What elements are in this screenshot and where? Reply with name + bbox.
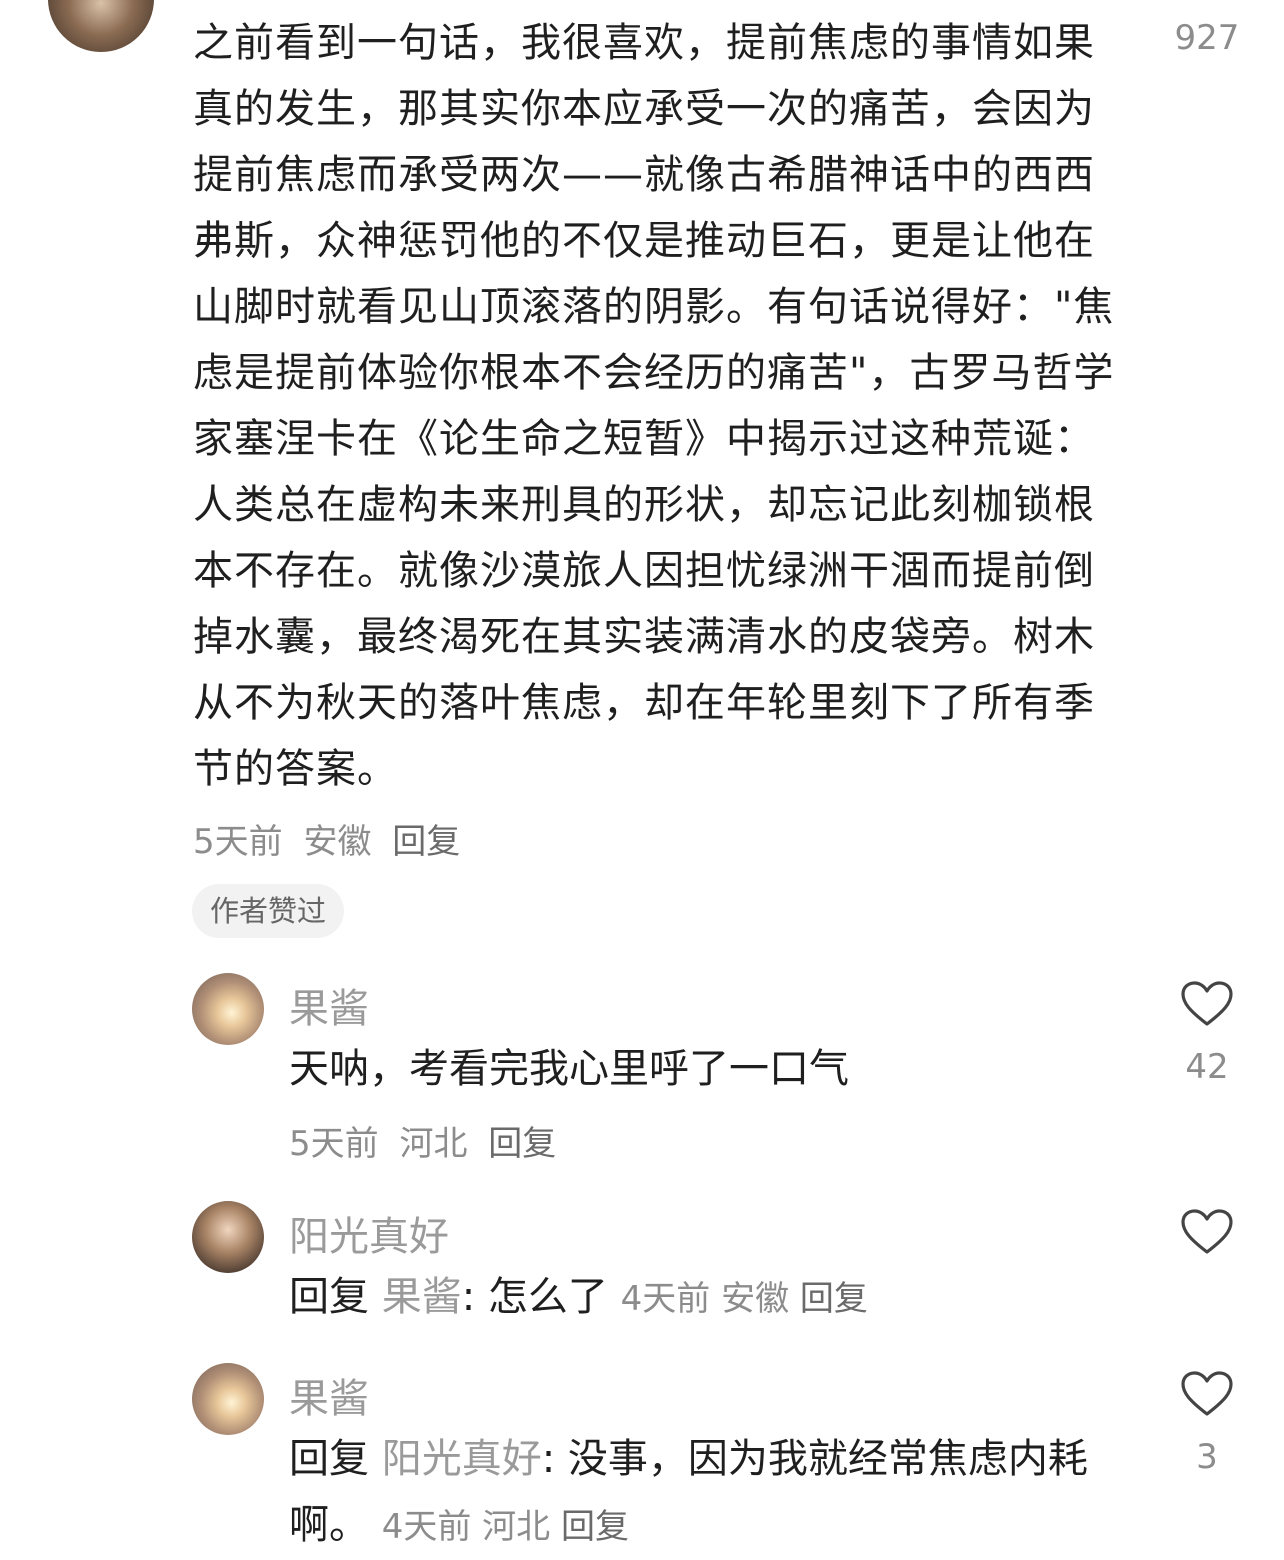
reply-3-reply-button[interactable]: 回复: [561, 1507, 629, 1547]
reply-2-avatar[interactable]: [192, 1201, 264, 1273]
reply-1-username[interactable]: 果酱: [289, 976, 369, 1034]
author-liked-badge: 作者赞过: [192, 884, 345, 938]
reply-2-meta: 4天前 安徽 回复: [621, 1279, 868, 1319]
main-comment-location: 安徽: [303, 822, 372, 862]
main-comment-time: 5天前: [193, 822, 283, 862]
reply-3-meta: 4天前 河北 回复: [382, 1507, 629, 1547]
reply-2-prefix: 回复: [289, 1274, 369, 1320]
reply-1-like-count: 42: [1185, 1047, 1229, 1087]
reply-1-reply-button[interactable]: 回复: [488, 1124, 556, 1164]
reply-2-reply-button[interactable]: 回复: [800, 1279, 868, 1319]
main-comment-like-count: 927: [1174, 18, 1240, 58]
heart-icon[interactable]: [1180, 980, 1234, 1028]
reply-3-like-count: 3: [1196, 1437, 1218, 1477]
reply-2-text-line: 回复 果酱: 怎么了 4天前 安徽 回复: [289, 1264, 1109, 1332]
reply-2-username[interactable]: 阳光真好: [289, 1204, 449, 1262]
main-comment-text: 之前看到一句话，我很喜欢，提前焦虑的事情如果真的发生，那其实你本应承受一次的痛苦…: [193, 20, 1115, 792]
reply-1-time: 5天前: [289, 1124, 379, 1164]
reply-2-time: 4天前: [620, 1279, 711, 1319]
reply-3-location: 河北: [482, 1507, 551, 1547]
reply-3-time: 4天前: [381, 1507, 472, 1547]
reply-1-avatar[interactable]: [192, 973, 264, 1045]
reply-2-location: 安徽: [721, 1279, 790, 1319]
reply-3-prefix: 回复: [289, 1436, 369, 1482]
reply-2-text: : 怎么了: [461, 1274, 608, 1320]
heart-icon[interactable]: [1180, 1370, 1234, 1418]
reply-2-mention[interactable]: 果酱: [382, 1274, 462, 1320]
reply-3-username[interactable]: 果酱: [289, 1366, 369, 1424]
main-comment-meta: 5天前 安徽 回复: [193, 814, 470, 863]
reply-1-location: 河北: [399, 1124, 468, 1164]
reply-3-mention[interactable]: 阳光真好: [382, 1436, 542, 1482]
main-comment-reply-button[interactable]: 回复: [392, 822, 460, 862]
reply-1-text: 天呐，考看完我心里呼了一口气: [289, 1046, 849, 1092]
reply-3-avatar[interactable]: [192, 1363, 264, 1435]
main-comment-avatar[interactable]: [48, 0, 154, 52]
reply-1-meta: 5天前 河北 回复: [289, 1116, 566, 1165]
heart-icon[interactable]: [1180, 1208, 1234, 1256]
reply-3-text-line: 回复 阳光真好: 没事，因为我就经常焦虑内耗啊。 4天前 河北 回复: [289, 1426, 1109, 1560]
